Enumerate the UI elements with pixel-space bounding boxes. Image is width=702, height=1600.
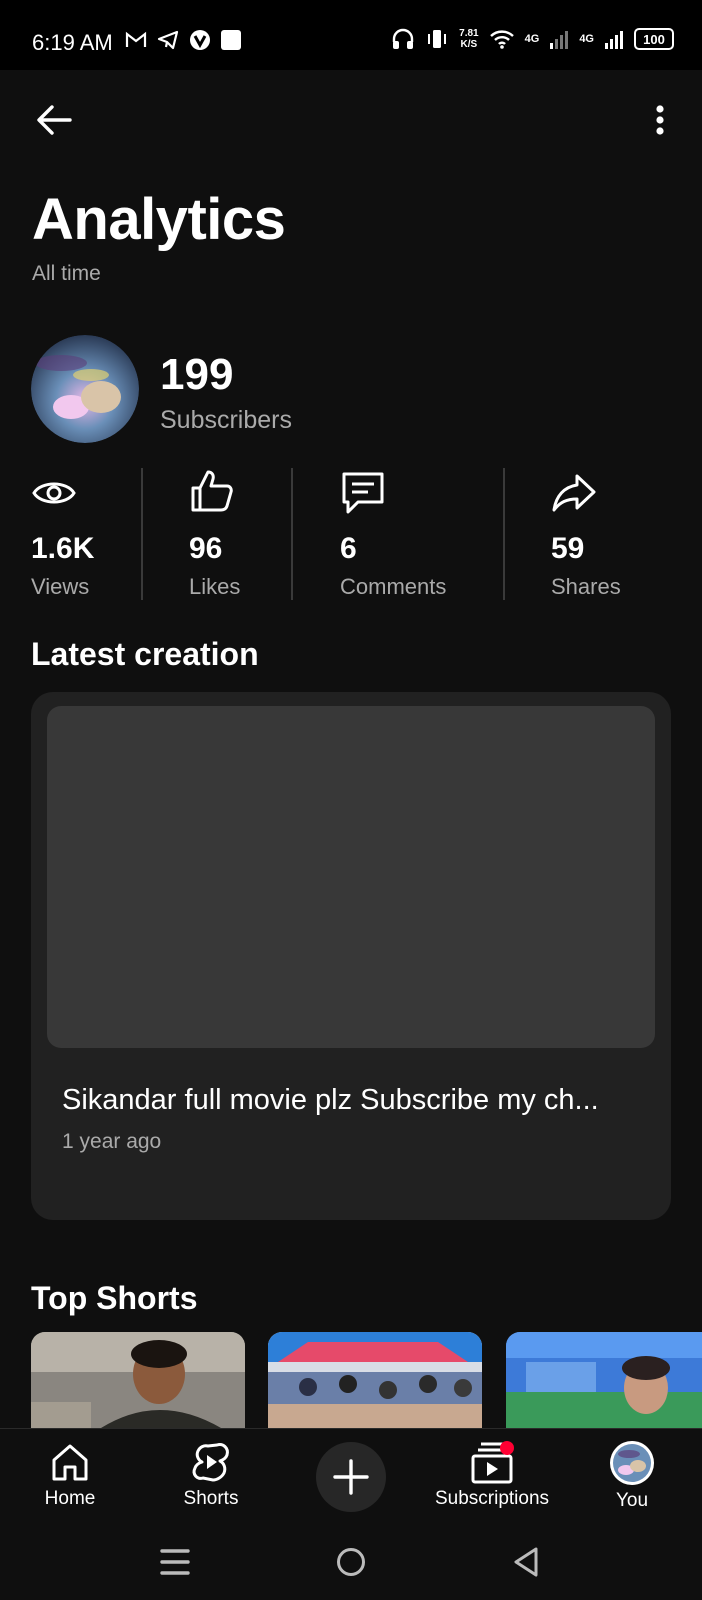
shares-label: Shares [551, 574, 621, 599]
battery-level: 100 [643, 31, 665, 47]
back-arrow-icon[interactable] [30, 96, 78, 144]
time-period[interactable]: All time [32, 262, 101, 286]
likes-value: 96 [189, 532, 223, 565]
comment-icon [342, 472, 384, 514]
network-type-2: 4G [579, 33, 594, 45]
short-thumbnail[interactable] [268, 1332, 482, 1428]
recent-apps-icon[interactable] [160, 1548, 190, 1576]
top-shorts-heading: Top Shorts [31, 1280, 198, 1316]
shorts-icon [192, 1443, 229, 1482]
page-title: Analytics [32, 187, 286, 252]
comments-value: 6 [340, 532, 357, 565]
status-left-icons [125, 29, 241, 51]
share-icon [552, 474, 596, 512]
subscriber-label: Subscribers [160, 406, 292, 434]
status-time: 6:19 AM [32, 30, 113, 55]
video-thumbnail[interactable] [47, 706, 655, 1048]
video-title[interactable]: Sikandar full movie plz Subscribe my ch.… [62, 1084, 652, 1117]
profile-avatar [610, 1441, 654, 1485]
views-label: Views [31, 574, 90, 599]
gmail-icon [125, 31, 147, 47]
video-age: 1 year ago [62, 1130, 162, 1153]
speed-unit: K/S [460, 39, 478, 50]
create-button[interactable] [316, 1442, 386, 1512]
nav-home[interactable]: Home [0, 1440, 140, 1510]
speed-value: 7.81 [459, 28, 479, 39]
network-type-1: 4G [524, 33, 540, 45]
views-value: 1.6K [31, 532, 95, 565]
vpn-icon [190, 30, 210, 50]
nav-you[interactable]: You [562, 1440, 702, 1512]
stat-divider [291, 468, 293, 600]
nav-home-label: Home [44, 1488, 96, 1509]
short-thumbnail[interactable] [31, 1332, 245, 1428]
home-system-icon[interactable] [335, 1546, 367, 1578]
subscriptions-icon [471, 1441, 514, 1484]
nav-subscriptions-label: Subscriptions [434, 1488, 550, 1509]
vibrate-icon [428, 30, 447, 48]
nav-subscriptions[interactable]: Subscriptions [422, 1440, 562, 1510]
shares-value: 59 [551, 532, 585, 565]
more-options-icon[interactable] [642, 96, 678, 144]
nav-you-label: You [615, 1490, 649, 1511]
wifi-icon [489, 30, 514, 49]
likes-label: Likes [189, 574, 241, 599]
channel-avatar[interactable] [31, 335, 139, 443]
signal-icon [550, 31, 569, 49]
thumbs-up-icon [191, 470, 233, 512]
stat-divider [503, 468, 505, 600]
signal-icon-2 [605, 31, 623, 49]
short-thumbnail[interactable] [506, 1332, 702, 1428]
eye-icon [32, 482, 76, 504]
latest-creation-heading: Latest creation [31, 636, 259, 672]
battery-indicator: 100 [634, 28, 674, 50]
network-speed: 7.81 K/S [459, 28, 478, 50]
plus-icon [333, 1459, 369, 1495]
telegram-icon [157, 30, 179, 50]
home-icon [52, 1444, 88, 1481]
back-system-icon[interactable] [512, 1546, 540, 1578]
square-icon [221, 30, 241, 50]
nav-shorts-label: Shorts [183, 1488, 239, 1509]
headphones-icon [392, 28, 414, 49]
status-right-icons: 7.81 K/S 4G 4G 100 [391, 28, 674, 50]
comments-label: Comments [340, 574, 447, 599]
stat-divider [141, 468, 143, 600]
subscriber-count: 199 [160, 350, 234, 399]
nav-shorts[interactable]: Shorts [141, 1440, 281, 1510]
